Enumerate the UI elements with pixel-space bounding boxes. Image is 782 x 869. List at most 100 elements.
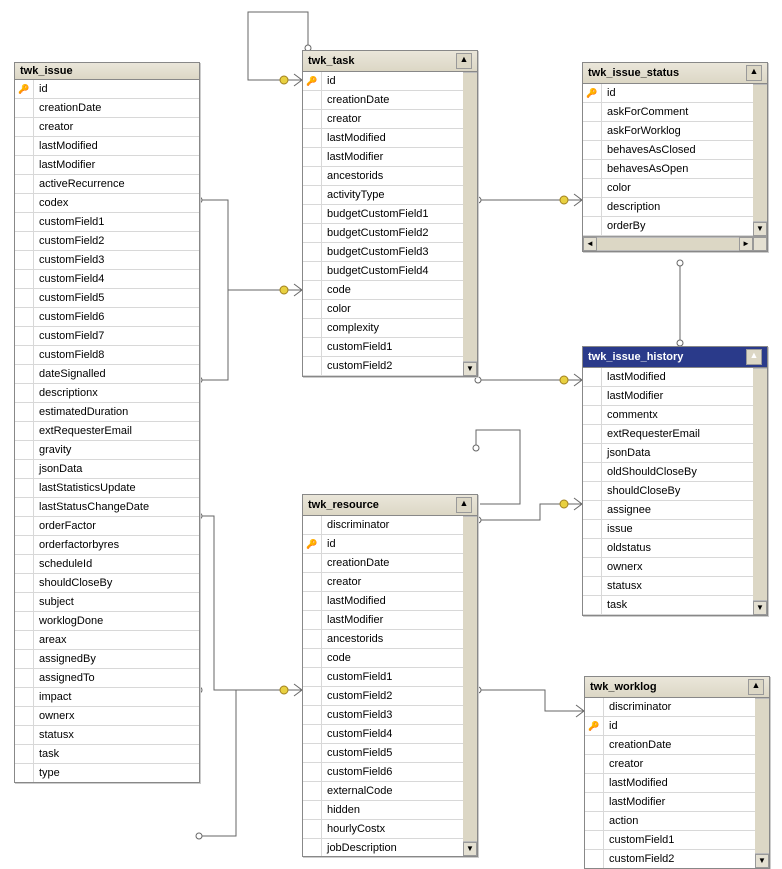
- column-row[interactable]: jsonData: [583, 444, 767, 463]
- table-twk_worklog[interactable]: twk_worklog▲discriminatoridcreationDatec…: [584, 676, 770, 869]
- column-row[interactable]: budgetCustomField1: [303, 205, 477, 224]
- column-row[interactable]: askForWorklog: [583, 122, 767, 141]
- column-row[interactable]: code: [303, 281, 477, 300]
- column-row[interactable]: customField6: [15, 308, 199, 327]
- column-row[interactable]: assignee: [583, 501, 767, 520]
- table-title[interactable]: twk_issue_status▲: [583, 63, 767, 84]
- column-row[interactable]: dateSignalled: [15, 365, 199, 384]
- column-row[interactable]: lastModified: [303, 129, 477, 148]
- scroll-left-icon[interactable]: ◄: [583, 237, 597, 251]
- scroll-up-icon[interactable]: ▲: [746, 349, 762, 365]
- scroll-down-icon[interactable]: ▼: [753, 222, 767, 236]
- column-row[interactable]: id: [585, 717, 769, 736]
- column-row[interactable]: scheduleId: [15, 555, 199, 574]
- column-row[interactable]: creator: [585, 755, 769, 774]
- column-row[interactable]: customField5: [303, 744, 477, 763]
- table-twk_task[interactable]: twk_task▲idcreationDatecreatorlastModifi…: [302, 50, 478, 377]
- scroll-right-icon[interactable]: ►: [739, 237, 753, 251]
- column-row[interactable]: jobDescription: [303, 839, 477, 856]
- column-row[interactable]: customField2: [585, 850, 769, 868]
- column-row[interactable]: id: [303, 535, 477, 554]
- horizontal-scrollbar[interactable]: ◄►: [583, 236, 767, 251]
- column-row[interactable]: creationDate: [303, 554, 477, 573]
- scroll-up-icon[interactable]: ▲: [456, 53, 472, 69]
- column-row[interactable]: lastModified: [15, 137, 199, 156]
- column-row[interactable]: descriptionx: [15, 384, 199, 403]
- table-twk_issue_status[interactable]: twk_issue_status▲idaskForCommentaskForWo…: [582, 62, 768, 252]
- column-row[interactable]: budgetCustomField2: [303, 224, 477, 243]
- column-row[interactable]: customField1: [303, 338, 477, 357]
- scroll-down-icon[interactable]: ▼: [755, 854, 769, 868]
- column-row[interactable]: customField2: [303, 687, 477, 706]
- column-row[interactable]: customField5: [15, 289, 199, 308]
- vertical-scrollbar[interactable]: ▼: [755, 698, 769, 868]
- table-title[interactable]: twk_worklog▲: [585, 677, 769, 698]
- column-row[interactable]: askForComment: [583, 103, 767, 122]
- table-title[interactable]: twk_issue: [15, 63, 199, 80]
- table-twk_issue[interactable]: twk_issueidcreationDatecreatorlastModifi…: [14, 62, 200, 783]
- table-twk_resource[interactable]: twk_resource▲discriminatoridcreationDate…: [302, 494, 478, 857]
- column-row[interactable]: activeRecurrence: [15, 175, 199, 194]
- column-row[interactable]: lastStatusChangeDate: [15, 498, 199, 517]
- column-row[interactable]: customField8: [15, 346, 199, 365]
- column-row[interactable]: areax: [15, 631, 199, 650]
- vertical-scrollbar[interactable]: ▼: [753, 368, 767, 615]
- column-row[interactable]: lastModifier: [585, 793, 769, 812]
- vertical-scrollbar[interactable]: ▼: [463, 72, 477, 376]
- column-row[interactable]: subject: [15, 593, 199, 612]
- column-row[interactable]: extRequesterEmail: [583, 425, 767, 444]
- column-row[interactable]: customField7: [15, 327, 199, 346]
- column-row[interactable]: activityType: [303, 186, 477, 205]
- column-row[interactable]: action: [585, 812, 769, 831]
- scroll-down-icon[interactable]: ▼: [463, 842, 477, 856]
- column-row[interactable]: customField3: [303, 706, 477, 725]
- table-title[interactable]: twk_resource▲: [303, 495, 477, 516]
- column-row[interactable]: statusx: [583, 577, 767, 596]
- column-row[interactable]: customField1: [585, 831, 769, 850]
- scroll-up-icon[interactable]: ▲: [456, 497, 472, 513]
- column-row[interactable]: codex: [15, 194, 199, 213]
- column-row[interactable]: customField2: [303, 357, 477, 376]
- column-row[interactable]: assignedTo: [15, 669, 199, 688]
- column-row[interactable]: discriminator: [585, 698, 769, 717]
- column-row[interactable]: creator: [303, 573, 477, 592]
- column-row[interactable]: customField4: [15, 270, 199, 289]
- column-row[interactable]: creationDate: [15, 99, 199, 118]
- column-row[interactable]: customField6: [303, 763, 477, 782]
- scroll-down-icon[interactable]: ▼: [463, 362, 477, 376]
- column-row[interactable]: behavesAsOpen: [583, 160, 767, 179]
- column-row[interactable]: oldShouldCloseBy: [583, 463, 767, 482]
- column-row[interactable]: extRequesterEmail: [15, 422, 199, 441]
- column-row[interactable]: shouldCloseBy: [583, 482, 767, 501]
- column-row[interactable]: creator: [303, 110, 477, 129]
- column-row[interactable]: customField2: [15, 232, 199, 251]
- column-row[interactable]: customField4: [303, 725, 477, 744]
- column-row[interactable]: ownerx: [583, 558, 767, 577]
- column-row[interactable]: lastModified: [303, 592, 477, 611]
- column-row[interactable]: hidden: [303, 801, 477, 820]
- column-row[interactable]: customField1: [15, 213, 199, 232]
- column-row[interactable]: lastModified: [583, 368, 767, 387]
- column-row[interactable]: color: [303, 300, 477, 319]
- column-row[interactable]: budgetCustomField3: [303, 243, 477, 262]
- column-row[interactable]: task: [15, 745, 199, 764]
- column-row[interactable]: orderfactorbyres: [15, 536, 199, 555]
- column-row[interactable]: lastModified: [585, 774, 769, 793]
- column-row[interactable]: customField3: [15, 251, 199, 270]
- column-row[interactable]: commentx: [583, 406, 767, 425]
- column-row[interactable]: lastModifier: [303, 148, 477, 167]
- vertical-scrollbar[interactable]: ▼: [463, 516, 477, 856]
- column-row[interactable]: orderFactor: [15, 517, 199, 536]
- column-row[interactable]: orderBy: [583, 217, 767, 236]
- scroll-down-icon[interactable]: ▼: [753, 601, 767, 615]
- column-row[interactable]: code: [303, 649, 477, 668]
- column-row[interactable]: estimatedDuration: [15, 403, 199, 422]
- column-row[interactable]: task: [583, 596, 767, 615]
- scroll-up-icon[interactable]: ▲: [746, 65, 762, 81]
- column-row[interactable]: creator: [15, 118, 199, 137]
- column-row[interactable]: creationDate: [585, 736, 769, 755]
- column-row[interactable]: customField1: [303, 668, 477, 687]
- column-row[interactable]: lastModifier: [583, 387, 767, 406]
- column-row[interactable]: lastModifier: [303, 611, 477, 630]
- column-row[interactable]: color: [583, 179, 767, 198]
